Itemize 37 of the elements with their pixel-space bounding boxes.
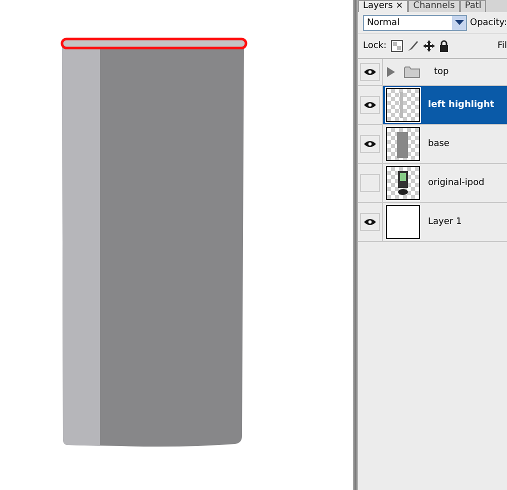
eye-icon bbox=[364, 68, 376, 76]
layer-row[interactable]: left highlight bbox=[382, 86, 507, 124]
layer-name: base bbox=[428, 139, 450, 149]
layer-thumbnail bbox=[386, 205, 420, 239]
layer-row[interactable]: base bbox=[382, 125, 507, 163]
blend-mode-dropdown[interactable]: Normal bbox=[363, 14, 467, 30]
eye-icon bbox=[364, 101, 376, 109]
layer-thumbnail bbox=[386, 127, 420, 161]
layer-thumbnail bbox=[386, 166, 420, 200]
visibility-toggle[interactable] bbox=[360, 135, 380, 153]
layer-thumbnail bbox=[386, 88, 420, 122]
caret-icon bbox=[452, 16, 466, 30]
expand-arrow-icon[interactable] bbox=[386, 67, 396, 77]
visibility-toggle[interactable] bbox=[360, 213, 380, 231]
layer-row[interactable]: top bbox=[382, 59, 507, 85]
layer-name: left highlight bbox=[428, 100, 494, 110]
move-icon[interactable] bbox=[422, 40, 435, 52]
visibility-toggle[interactable] bbox=[360, 63, 380, 81]
fill-label: Fil bbox=[497, 41, 507, 51]
visibility-toggle[interactable] bbox=[360, 174, 380, 192]
checker-icon[interactable] bbox=[390, 40, 403, 52]
visibility-toggle[interactable] bbox=[360, 96, 380, 114]
layer-name: Layer 1 bbox=[428, 217, 462, 227]
lock-label: Lock: bbox=[363, 41, 387, 51]
eye-icon bbox=[364, 218, 376, 226]
folder-icon bbox=[404, 66, 420, 78]
brush-icon[interactable] bbox=[406, 40, 419, 52]
layer-row[interactable]: original-ipod bbox=[382, 164, 507, 202]
panel-tab[interactable]: Layers × bbox=[358, 0, 408, 12]
lock-icon[interactable] bbox=[438, 40, 449, 52]
layer-name: top bbox=[434, 67, 449, 77]
eye-icon bbox=[364, 140, 376, 148]
layer-row[interactable]: Layer 1 bbox=[382, 203, 507, 241]
opacity-label: Opacity: bbox=[470, 18, 507, 28]
panel-tab[interactable]: Channels bbox=[408, 0, 460, 12]
panel-tab[interactable]: Patl bbox=[460, 0, 486, 12]
layer-name: original-ipod bbox=[428, 178, 484, 188]
